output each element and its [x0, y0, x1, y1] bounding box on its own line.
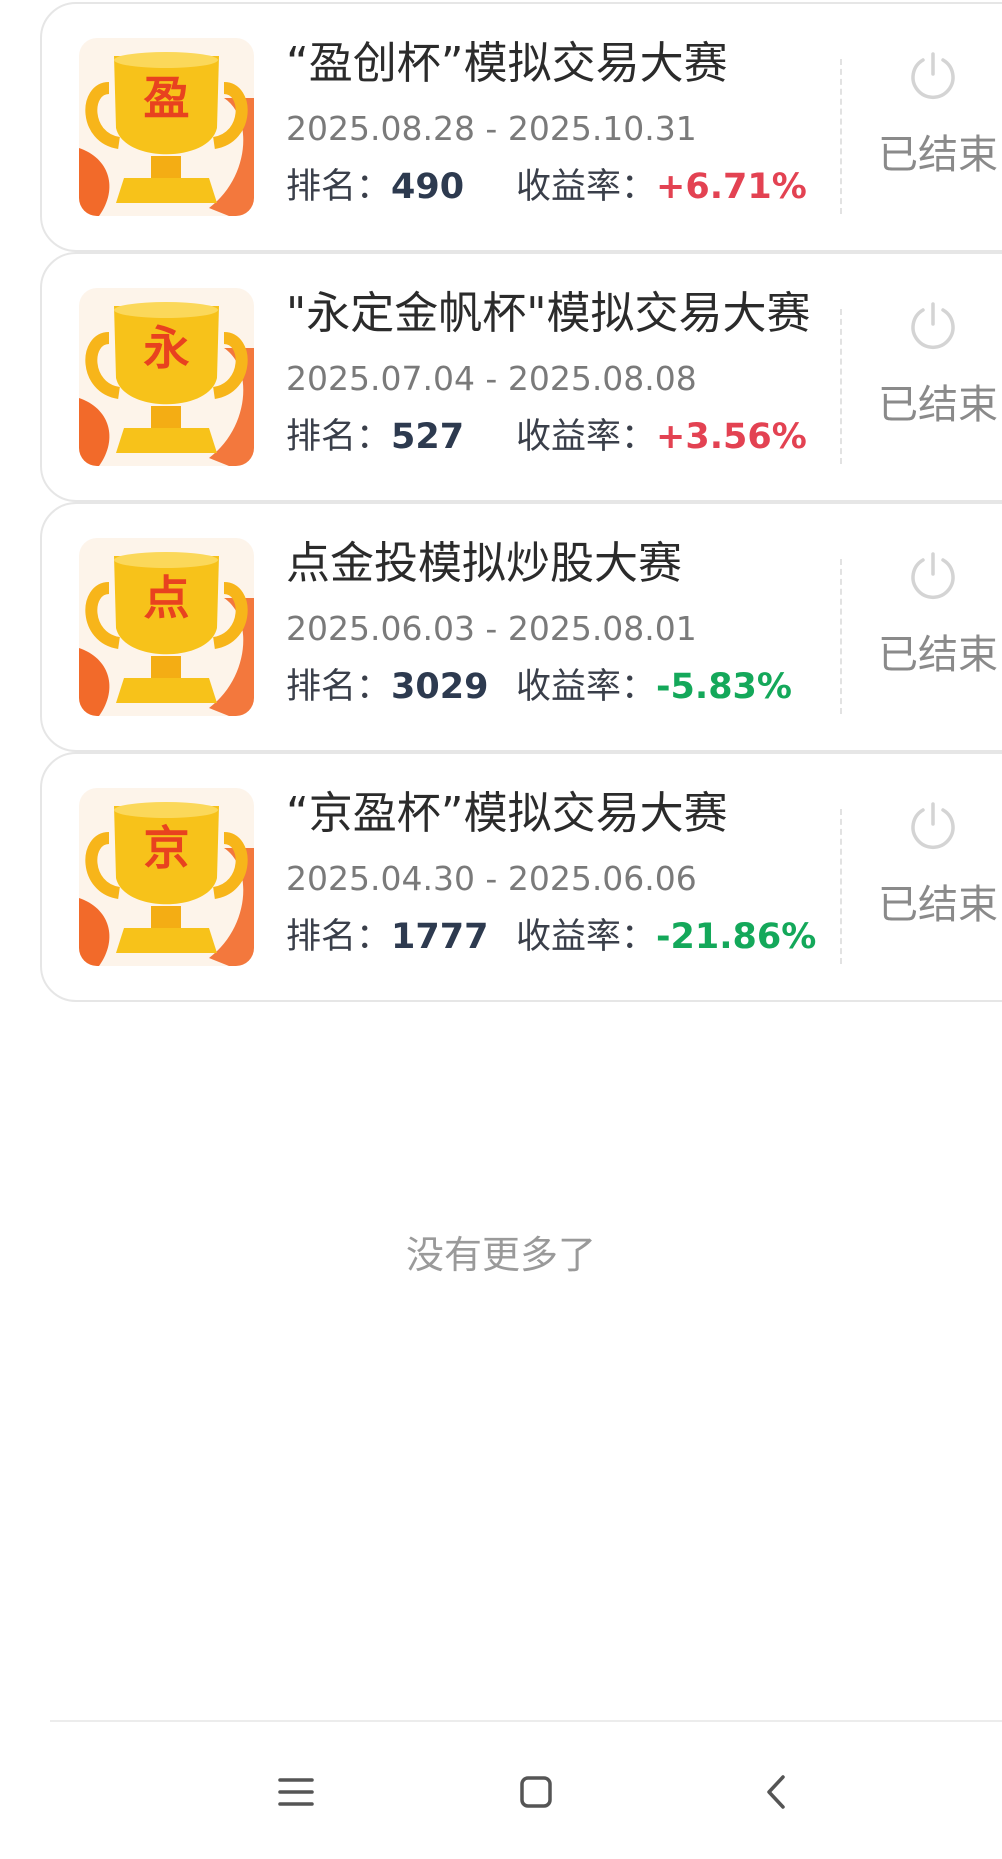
rank-value: 1777	[391, 917, 489, 957]
trophy-badge-char: 盈	[143, 71, 190, 125]
rank-label: 排名：	[286, 417, 392, 457]
rank-value: 527	[391, 417, 465, 457]
card-divider	[840, 59, 842, 214]
contest-stats: 排名：527 收益率：+3.56%	[286, 414, 807, 460]
contest-card[interactable]: 盈 “盈创杯”模拟交易大赛 2025.08.28 - 2025.10.31 排名…	[40, 2, 1002, 252]
return-value: +6.71%	[656, 167, 807, 207]
menu-icon[interactable]	[266, 1762, 326, 1822]
rank-label: 排名：	[286, 167, 392, 207]
home-icon[interactable]	[506, 1762, 566, 1822]
contest-title: "永定金帆杯"模拟交易大赛	[286, 288, 811, 339]
list-end-text: 没有更多了	[405, 1233, 596, 1277]
trophy-badge-char: 点	[143, 571, 190, 625]
power-icon	[911, 52, 955, 99]
back-icon[interactable]	[746, 1762, 806, 1822]
contest-dates: 2025.08.28 - 2025.10.31	[286, 109, 697, 148]
rank-label: 排名：	[286, 667, 392, 707]
contest-title: 点金投模拟炒股大赛	[286, 538, 682, 589]
status-label: 已结束	[878, 632, 998, 678]
power-icon	[911, 802, 955, 849]
trophy-icon: 盈	[79, 38, 254, 216]
status-label: 已结束	[878, 882, 998, 928]
power-icon	[911, 302, 955, 349]
power-icon	[911, 552, 955, 599]
trophy-icon: 永	[79, 288, 254, 466]
return-value: -21.86%	[656, 917, 817, 957]
contest-card[interactable]: 京 “京盈杯”模拟交易大赛 2025.04.30 - 2025.06.06 排名…	[40, 752, 1002, 1002]
return-label: 收益率：	[516, 667, 657, 707]
rank-value: 3029	[391, 667, 489, 707]
rank-value: 490	[391, 167, 465, 207]
contest-title: “盈创杯”模拟交易大赛	[286, 38, 728, 89]
trophy-badge-char: 京	[143, 821, 190, 875]
contest-card[interactable]: 点 点金投模拟炒股大赛 2025.06.03 - 2025.08.01 排名：3…	[40, 502, 1002, 752]
trophy-badge-char: 永	[143, 321, 190, 375]
return-value: +3.56%	[656, 417, 807, 457]
return-label: 收益率：	[516, 417, 657, 457]
contest-dates: 2025.04.30 - 2025.06.06	[286, 859, 697, 898]
system-nav-bar	[50, 1720, 1002, 1859]
status-label: 已结束	[878, 382, 998, 428]
return-value: -5.83%	[656, 667, 792, 707]
status-label: 已结束	[878, 132, 998, 178]
contest-stats: 排名：3029 收益率：-5.83%	[286, 664, 792, 710]
return-label: 收益率：	[516, 167, 657, 207]
card-divider	[840, 809, 842, 964]
rank-label: 排名：	[286, 917, 392, 957]
contest-title: “京盈杯”模拟交易大赛	[286, 788, 728, 839]
contest-dates: 2025.07.04 - 2025.08.08	[286, 359, 697, 398]
contest-card[interactable]: 永 "永定金帆杯"模拟交易大赛 2025.07.04 - 2025.08.08 …	[40, 252, 1002, 502]
contest-dates: 2025.06.03 - 2025.08.01	[286, 609, 697, 648]
trophy-icon: 点	[79, 538, 254, 716]
contest-stats: 排名：1777 收益率：-21.86%	[286, 914, 816, 960]
card-divider	[840, 309, 842, 464]
trophy-icon: 京	[79, 788, 254, 966]
card-divider	[840, 559, 842, 714]
return-label: 收益率：	[516, 917, 657, 957]
contest-stats: 排名：490 收益率：+6.71%	[286, 164, 807, 210]
